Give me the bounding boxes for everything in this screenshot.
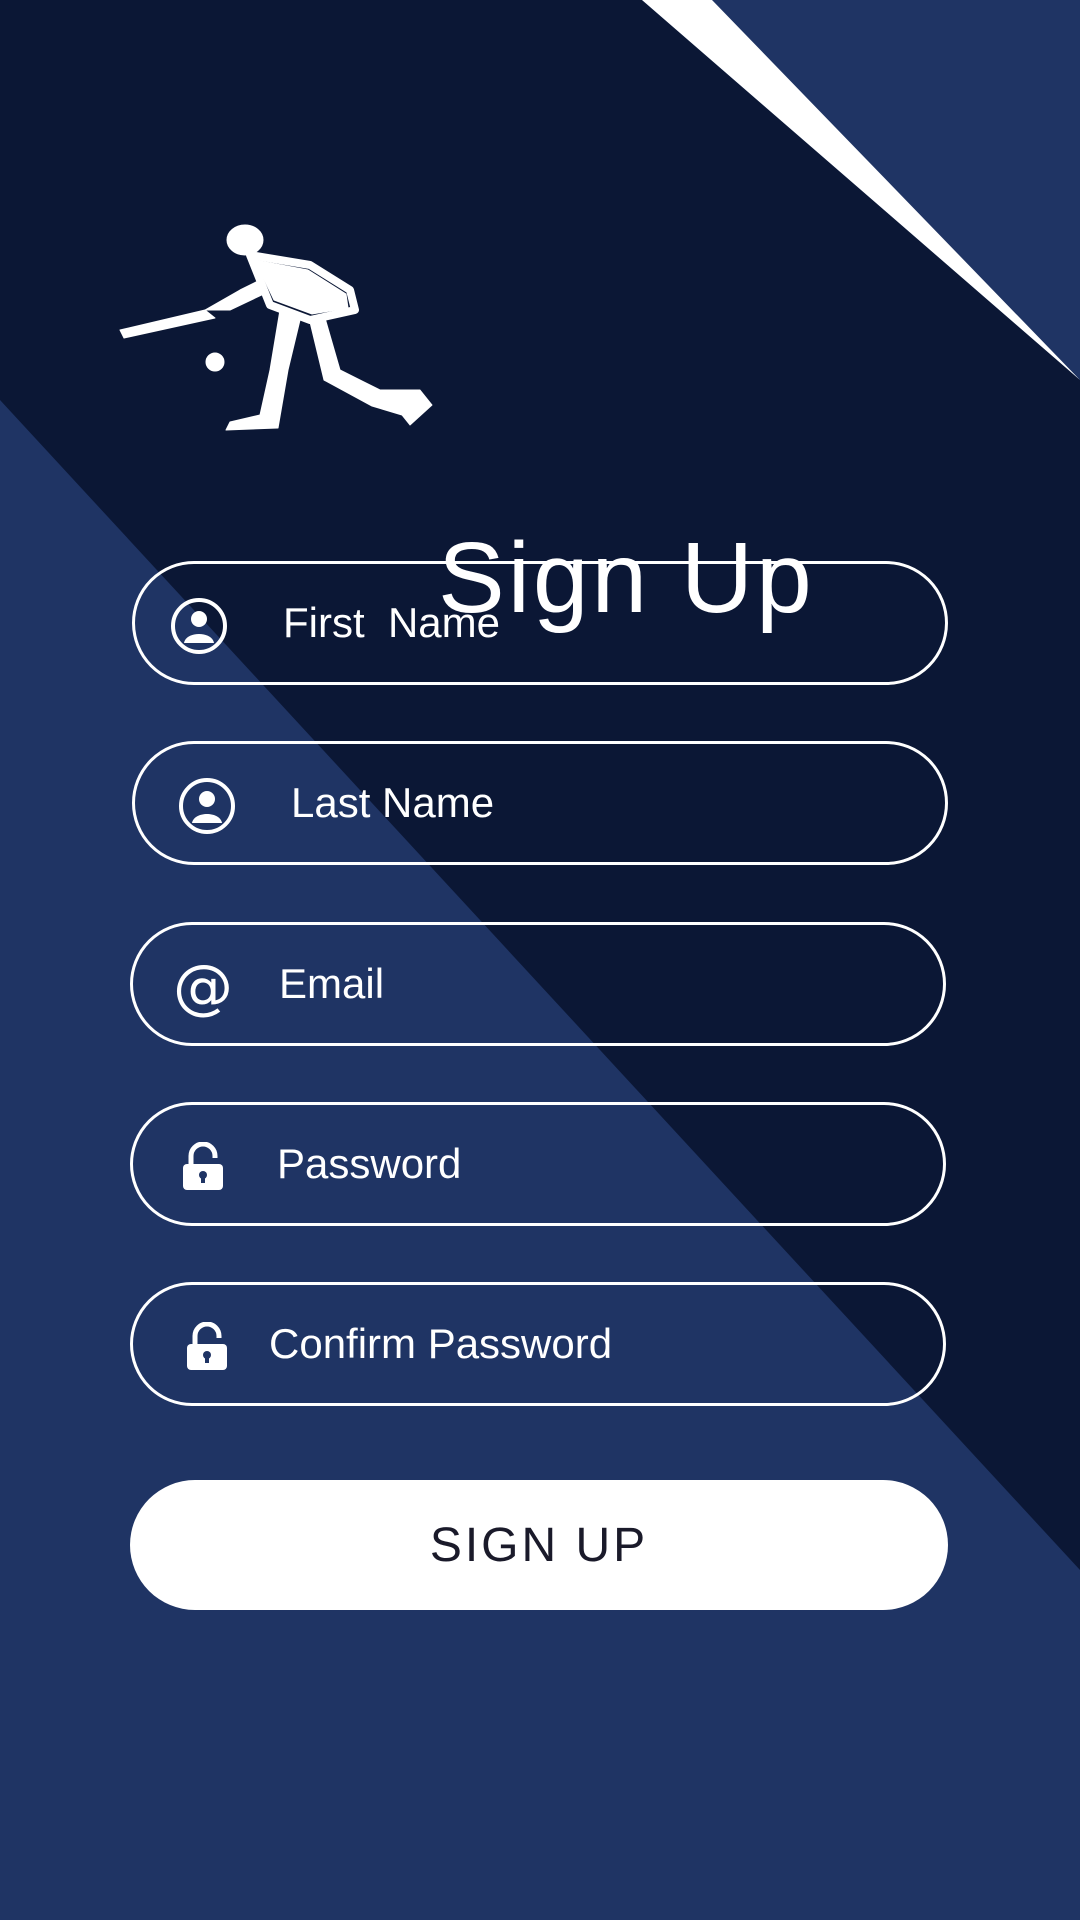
first-name-placeholder: First Name	[283, 599, 501, 646]
password-field[interactable]: Password	[130, 1102, 946, 1226]
user-icon	[177, 776, 237, 836]
user-icon	[169, 596, 229, 656]
password-placeholder: Password	[277, 1140, 462, 1187]
first-name-field[interactable]: First Name	[132, 561, 948, 685]
confirm-password-placeholder: Confirm Password	[269, 1320, 613, 1367]
email-placeholder: Email	[279, 960, 385, 1007]
header: Sign Up	[110, 210, 870, 628]
sign-up-button[interactable]: SIGN UP	[130, 1480, 948, 1610]
lock-open-icon	[173, 1137, 233, 1197]
cricket-batsman-icon	[119, 224, 433, 431]
at-icon: @	[173, 952, 233, 1022]
signup-screen: Sign Up First Name Last Name @ Email Pas…	[0, 0, 1080, 1920]
lock-open-icon	[177, 1317, 237, 1377]
confirm-password-field[interactable]: Confirm Password	[130, 1282, 946, 1406]
last-name-field[interactable]: Last Name	[132, 741, 948, 865]
email-field[interactable]: @ Email	[130, 922, 946, 1046]
last-name-placeholder: Last Name	[291, 779, 495, 826]
